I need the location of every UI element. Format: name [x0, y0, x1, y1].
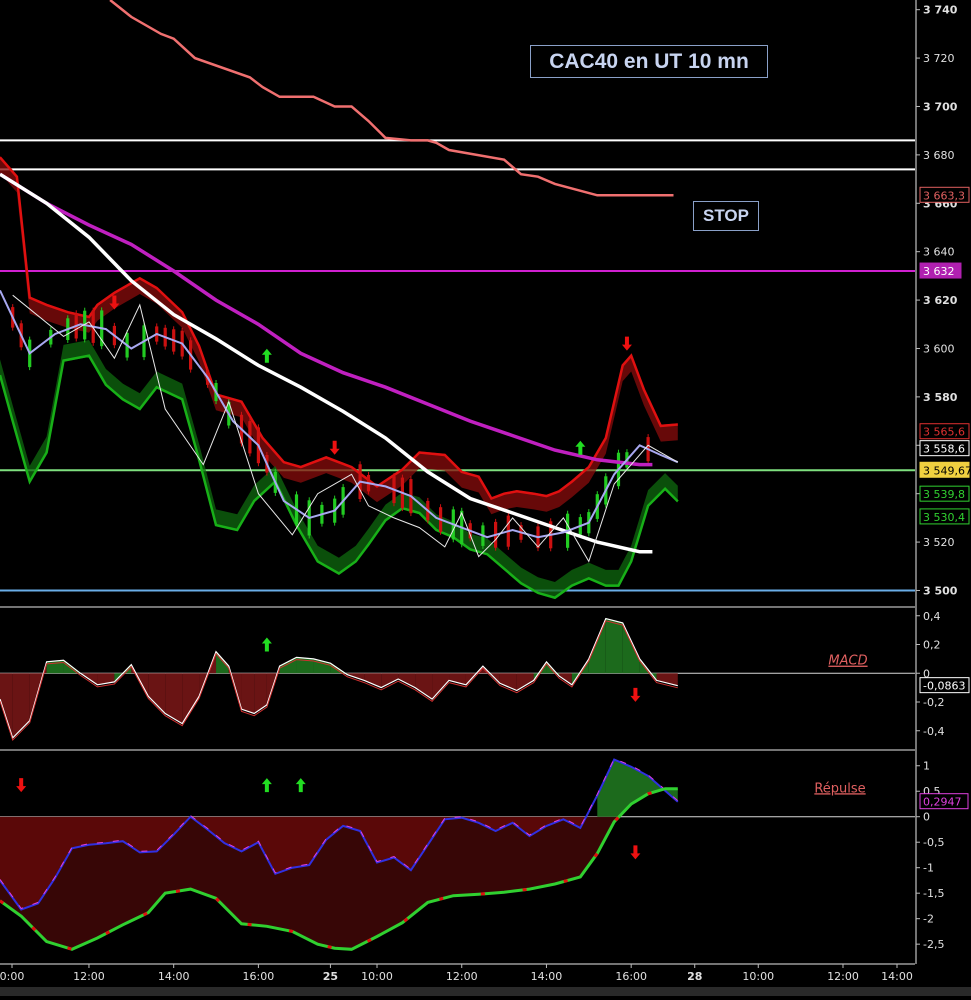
x-tick-label: 25	[323, 970, 338, 983]
macd-area	[605, 618, 623, 674]
macd-area	[12, 673, 30, 738]
macd-label: MACD	[828, 654, 867, 669]
macd-area	[165, 673, 183, 724]
y-tick-label: -0,2	[923, 696, 944, 709]
value-badge-label: 3 663,3	[923, 189, 965, 202]
arrow-down-icon	[630, 845, 641, 860]
x-tick-label: 16:00	[615, 970, 647, 983]
y-tick-label: 3 520	[923, 536, 955, 549]
y-tick-label: -0,4	[923, 725, 944, 738]
value-badge-label: 0,2947	[923, 796, 962, 809]
arrow-down-icon	[16, 778, 27, 793]
y-tick-label: 3 500	[923, 584, 958, 597]
y-tick-label: 3 720	[923, 52, 955, 65]
y-tick-label: -2	[923, 913, 934, 926]
badges-layer: 3 663,3 3 632 3 565,6 3 558,6 3 549,67 3 539,…	[919, 186, 971, 810]
x-tick-label: 14:00	[881, 970, 913, 983]
arrow-up-icon	[261, 778, 272, 793]
value-badge-label: 3 539,8	[923, 488, 965, 501]
macd-area	[216, 651, 229, 674]
repulse-label: Répulse	[814, 781, 865, 796]
horizontal-scrollbar	[0, 987, 971, 996]
y-tick-label: 3 640	[923, 246, 955, 259]
macd-area	[241, 673, 255, 714]
y-tick-label: 0,4	[923, 610, 941, 623]
macd-area	[432, 673, 450, 700]
stop-line	[109, 0, 674, 197]
y-tick-label: 3 620	[923, 294, 958, 307]
value-badge-label: 3 632	[923, 265, 955, 278]
y-tick-label: 3 600	[923, 342, 955, 355]
value-badge-label: 3 530,4	[923, 511, 965, 524]
ma-fast-line	[0, 289, 679, 539]
x-tick-label: 10:00	[742, 970, 774, 983]
y-tick-label: -2,5	[923, 938, 944, 951]
y-tick-label: 3 740	[923, 4, 958, 17]
arrow-up-icon	[575, 440, 586, 455]
y-tick-label: 0,2	[923, 639, 941, 652]
chart-svg: 3 7403 7203 7003 6803 6603 6403 6203 600…	[0, 0, 971, 996]
y-tick-label: -0,5	[923, 836, 944, 849]
arrow-up-icon	[295, 778, 306, 793]
y-tick-label: 3 700	[923, 100, 958, 113]
value-badge-label: 3 558,6	[923, 443, 965, 456]
x-tick-label: 14:00	[158, 970, 190, 983]
y-tick-label: 3 580	[923, 391, 958, 404]
x-tick-label: 12:00	[73, 970, 105, 983]
x-tick-label: 12:00	[446, 970, 478, 983]
macd-area	[182, 673, 200, 724]
y-tick-label: 1	[923, 760, 930, 773]
arrow-down-icon	[630, 687, 641, 702]
y-tick-label: 3 680	[923, 149, 955, 162]
y-tick-label: -1,5	[923, 887, 944, 900]
value-badge-label: 3 549,67	[923, 464, 971, 477]
x-tick-label: 28	[687, 970, 702, 983]
macd-area	[254, 673, 267, 714]
x-tick-label: 14:00	[531, 970, 563, 983]
stop-label: STOP	[693, 201, 759, 231]
value-badge-label: -0,0863	[923, 680, 965, 693]
macd-area	[499, 673, 517, 691]
arrow-down-icon	[621, 336, 632, 351]
y-tick-label: 0	[923, 811, 930, 824]
macd-area	[364, 673, 382, 688]
y-tick-label: -1	[923, 862, 934, 875]
arrow-up-icon	[261, 637, 272, 652]
x-tick-label: 16:00	[243, 970, 275, 983]
arrow-up-icon	[261, 348, 272, 363]
x-tick-label: 0:00	[0, 970, 24, 983]
chart-stage: 3 740 3 720 3 700 3 680 3 660 3 640 3 620 3 600…	[0, 0, 971, 996]
candles-layer	[11, 304, 650, 552]
arrow-down-icon	[329, 440, 340, 455]
chart-title: CAC40 en UT 10 mn	[530, 45, 768, 78]
x-tick-label: 12:00	[827, 970, 859, 983]
value-badge-label: 3 565,6	[923, 426, 965, 439]
x-tick-label: 10:00	[361, 970, 393, 983]
